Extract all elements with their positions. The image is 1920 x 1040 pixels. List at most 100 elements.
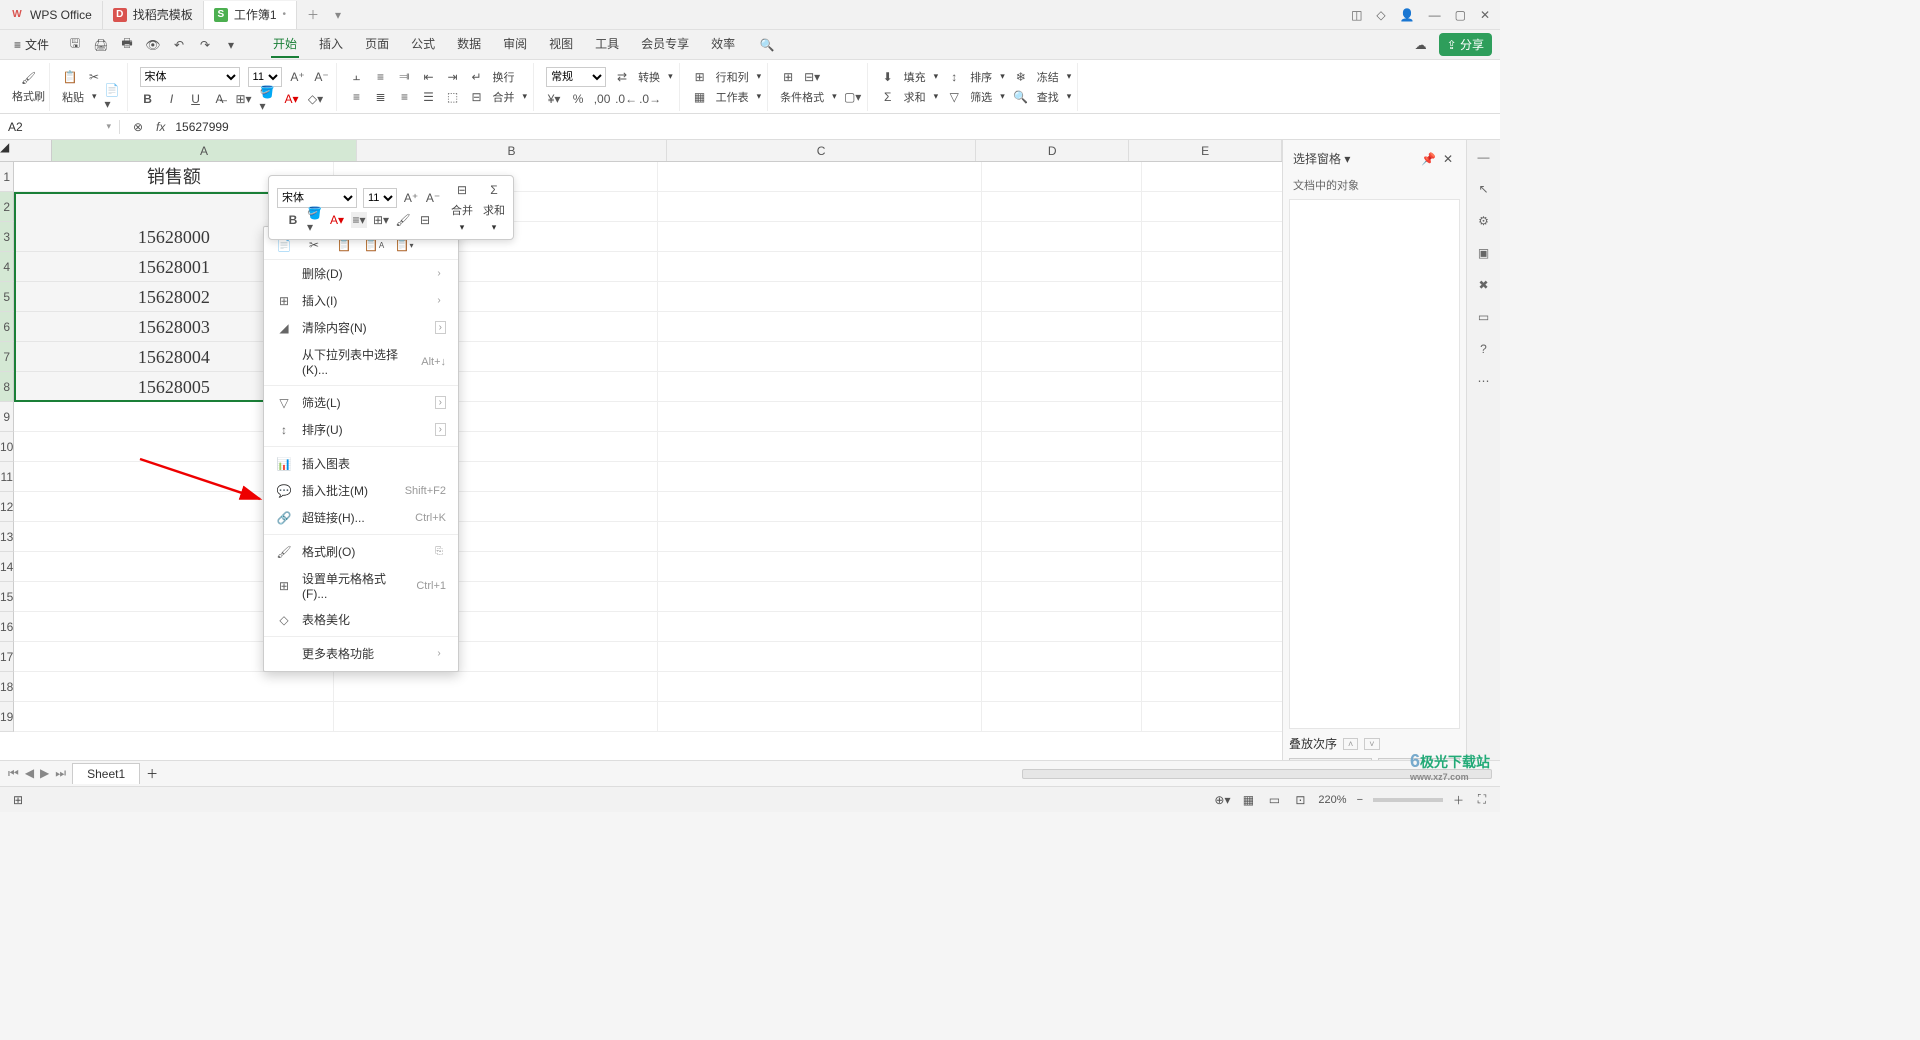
mini-bold-icon[interactable]: B <box>285 212 301 228</box>
font-selector[interactable]: 宋体 <box>140 67 240 87</box>
tab-member[interactable]: 会员专享 <box>639 31 691 58</box>
rail-more-icon[interactable]: ⋯ <box>1478 374 1490 388</box>
mini-fill-icon[interactable]: 🪣▾ <box>307 212 323 228</box>
preview-icon[interactable]: 👁 <box>145 37 161 53</box>
cell-C5[interactable] <box>658 282 982 312</box>
cube-icon[interactable]: ◇ <box>1376 8 1385 22</box>
row-header-2[interactable]: 2 <box>0 192 14 222</box>
cell-C7[interactable] <box>658 342 982 372</box>
tab-template[interactable]: D 找稻壳模板 <box>103 1 204 29</box>
view-normal-icon[interactable]: ▦ <box>1240 792 1256 808</box>
rail-settings-icon[interactable]: ⚙ <box>1478 214 1489 228</box>
down-button[interactable]: ˅ <box>1364 738 1379 750</box>
cell-C16[interactable] <box>658 612 982 642</box>
rail-tools-icon[interactable]: ✖ <box>1478 278 1488 292</box>
cell-D2[interactable] <box>982 192 1142 222</box>
cell-D7[interactable] <box>982 342 1142 372</box>
align-left-icon[interactable]: ≡ <box>349 89 365 105</box>
cell-C10[interactable] <box>658 432 982 462</box>
mini-border-icon[interactable]: ⊞▾ <box>373 212 389 228</box>
cell-E3[interactable] <box>1142 222 1282 252</box>
convert-icon[interactable]: ⇄ <box>614 69 630 85</box>
tab-data[interactable]: 数据 <box>455 31 483 58</box>
tab-review[interactable]: 审阅 <box>501 31 529 58</box>
align-center-icon[interactable]: ≣ <box>373 89 389 105</box>
formula-input[interactable]: 15627999 <box>175 120 1490 134</box>
cm-insert-comment[interactable]: 💬插入批注(M)Shift+F2 <box>264 477 458 504</box>
zoom-out-button[interactable]: − <box>1357 794 1363 806</box>
wrap-icon[interactable]: ↵ <box>469 69 485 85</box>
cell-A19[interactable] <box>14 702 334 732</box>
cell-D13[interactable] <box>982 522 1142 552</box>
redo-icon[interactable]: ↷ <box>197 37 213 53</box>
row-header-17[interactable]: 17 <box>0 642 14 672</box>
cell-A18[interactable] <box>14 672 334 702</box>
tab-workbook[interactable]: S 工作簿1 • <box>204 1 297 29</box>
cell-C15[interactable] <box>658 582 982 612</box>
filter-icon[interactable]: ▽ <box>946 89 962 105</box>
cell-C12[interactable] <box>658 492 982 522</box>
cm-delete[interactable]: 删除(D)› <box>264 260 458 287</box>
cell-E14[interactable] <box>1142 552 1282 582</box>
cm-clear[interactable]: ◢清除内容(N)› <box>264 314 458 341</box>
tab-view[interactable]: 视图 <box>547 31 575 58</box>
row-header-6[interactable]: 6 <box>0 312 14 342</box>
cell-D1[interactable] <box>982 162 1142 192</box>
cm-hyperlink[interactable]: 🔗超链接(H)...Ctrl+K <box>264 504 458 531</box>
more-quick-icon[interactable]: ▾ <box>223 37 239 53</box>
cell-E2[interactable] <box>1142 192 1282 222</box>
clear-format-icon[interactable]: ◇▾ <box>308 91 324 107</box>
mini-brush-icon[interactable]: 🖌 <box>395 212 411 228</box>
row-header-11[interactable]: 11 <box>0 462 14 492</box>
cell-C13[interactable] <box>658 522 982 552</box>
rowcol-icon[interactable]: ⊞ <box>692 69 708 85</box>
cell-D16[interactable] <box>982 612 1142 642</box>
align-top-icon[interactable]: ⫠ <box>349 69 365 85</box>
spreadsheet-grid[interactable]: ◢ A B C D E 1234567891011121314151617181… <box>0 140 1282 786</box>
cell-E12[interactable] <box>1142 492 1282 522</box>
mini-size[interactable]: 11 <box>363 188 397 208</box>
align-mid-icon[interactable]: ≡ <box>373 69 389 85</box>
select-all-corner[interactable]: ◢ <box>0 140 52 161</box>
table-icon2[interactable]: ⊟▾ <box>804 69 820 85</box>
add-sheet-button[interactable]: ＋ <box>146 765 158 782</box>
mini-align-icon[interactable]: ≡▾ <box>351 212 367 228</box>
cm-insert-chart[interactable]: 📊插入图表 <box>264 450 458 477</box>
tab-formula[interactable]: 公式 <box>409 31 437 58</box>
sheet-last-icon[interactable]: ⏭ <box>55 766 66 781</box>
tab-page[interactable]: 页面 <box>363 31 391 58</box>
align-bot-icon[interactable]: ⫥ <box>397 69 413 85</box>
mini-inc-font-icon[interactable]: A⁺ <box>403 190 419 206</box>
dec-inc-icon[interactable]: .0→ <box>642 91 658 107</box>
rail-layout-icon[interactable]: ▣ <box>1478 246 1489 260</box>
row-header-4[interactable]: 4 <box>0 252 14 282</box>
cell-C11[interactable] <box>658 462 982 492</box>
fill-icon[interactable]: ⬇ <box>880 69 896 85</box>
row-header-18[interactable]: 18 <box>0 672 14 702</box>
row-header-7[interactable]: 7 <box>0 342 14 372</box>
fx-icon[interactable]: fx <box>156 120 165 134</box>
cm-table-beautify[interactable]: ◇表格美化 <box>264 606 458 633</box>
italic-icon[interactable]: I <box>164 91 180 107</box>
sheet-next-icon[interactable]: ▶ <box>40 766 49 781</box>
comma-icon[interactable]: ,00 <box>594 91 610 107</box>
view-break-icon[interactable]: ⊡ <box>1292 792 1308 808</box>
cell-E13[interactable] <box>1142 522 1282 552</box>
cell-C1[interactable] <box>658 162 982 192</box>
justify-icon[interactable]: ☰ <box>421 89 437 105</box>
find-icon[interactable]: 🔍 <box>1013 89 1029 105</box>
sort-icon[interactable]: ↕ <box>946 69 962 85</box>
size-selector[interactable]: 11 <box>248 67 282 87</box>
cell-E5[interactable] <box>1142 282 1282 312</box>
row-header-10[interactable]: 10 <box>0 432 14 462</box>
tab-insert[interactable]: 插入 <box>317 31 345 58</box>
sheet-tab-1[interactable]: Sheet1 <box>72 763 140 784</box>
sheet-prev-icon[interactable]: ◀ <box>25 766 34 781</box>
up-button[interactable]: ˄ <box>1343 738 1358 750</box>
cell-C3[interactable] <box>658 222 982 252</box>
worksheet-icon[interactable]: ▦ <box>692 89 708 105</box>
minimize-button[interactable]: — <box>1429 8 1441 22</box>
cell-D12[interactable] <box>982 492 1142 522</box>
cm-sort[interactable]: ↕排序(U)› <box>264 416 458 443</box>
cell-D9[interactable] <box>982 402 1142 432</box>
